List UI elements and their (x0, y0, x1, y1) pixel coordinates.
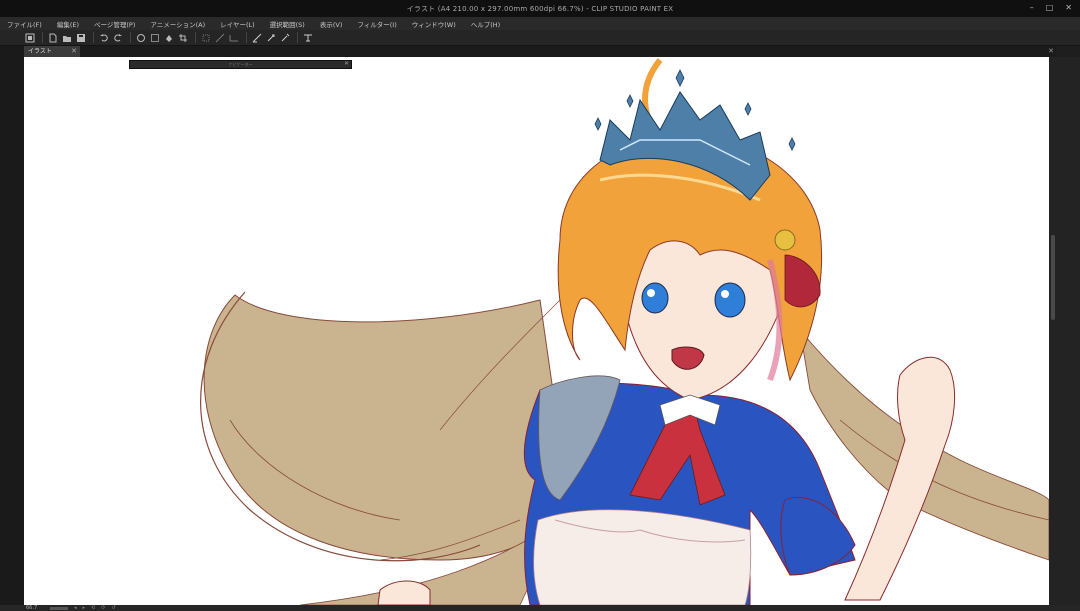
clear-icon[interactable] (135, 32, 147, 44)
new-file-icon[interactable] (47, 32, 59, 44)
redo-icon[interactable] (112, 32, 124, 44)
save-file-icon[interactable] (75, 32, 87, 44)
pen-settings-icon[interactable] (265, 32, 277, 44)
status-bar: 66.7 ◂ ▸ ⟲ ⟳ ↺ (0, 605, 1080, 611)
menu-window[interactable]: ウィンドウ(W) (412, 19, 456, 29)
zoom-value[interactable]: 66.7 (26, 605, 50, 611)
open-file-icon[interactable] (61, 32, 73, 44)
navigator-panel-title: ナビゲーター (228, 62, 253, 67)
document-tab[interactable]: イラスト ✕ (24, 46, 80, 57)
right-dock (1049, 57, 1080, 605)
menu-edit[interactable]: 編集(E) (57, 19, 79, 29)
minimize-button[interactable]: – (1030, 3, 1034, 12)
menu-help[interactable]: ヘルプ(H) (471, 19, 500, 29)
toolbar-divider (297, 32, 298, 43)
fill-icon[interactable] (163, 32, 175, 44)
rotate-right-icon[interactable]: ⟳ (101, 605, 105, 611)
toolbar-divider (42, 32, 43, 43)
title-bar: イラスト (A4 210.00 x 297.00mm 600dpi 66.7%)… (0, 0, 1080, 17)
menu-file[interactable]: ファイル(F) (7, 19, 42, 29)
reset-rotation-icon[interactable]: ↺ (111, 605, 115, 611)
menu-view[interactable]: 表示(V) (320, 19, 343, 29)
menu-page[interactable]: ページ管理(P) (94, 19, 135, 29)
window-title: イラスト (A4 210.00 x 297.00mm 600dpi 66.7%)… (406, 4, 674, 13)
window-controls: – □ ✕ (1030, 3, 1072, 12)
undo-icon[interactable] (98, 32, 110, 44)
document-tab-label: イラスト (28, 48, 52, 55)
transform-icon[interactable] (200, 32, 212, 44)
layout-dropdown-icon[interactable] (302, 32, 314, 44)
snap-special-icon[interactable] (214, 32, 226, 44)
menu-animation[interactable]: アニメーション(A) (150, 19, 205, 29)
snap-ruler-icon[interactable] (228, 32, 240, 44)
menu-filter[interactable]: フィルター(I) (357, 19, 396, 29)
vertical-scrollbar[interactable] (1051, 235, 1055, 320)
command-bar (0, 30, 1080, 46)
rotate-left-icon[interactable]: ⟲ (91, 605, 95, 611)
ruler-icon[interactable] (251, 32, 263, 44)
left-dock: «» (0, 30, 24, 605)
zoom-slider[interactable] (50, 606, 68, 610)
toolbar-divider (195, 32, 196, 43)
crop-icon[interactable] (177, 32, 189, 44)
brush-settings-icon[interactable] (279, 32, 291, 44)
toolbar-divider (246, 32, 247, 43)
menu-bar: ファイル(F) 編集(E) ページ管理(P) アニメーション(A) レイヤー(L… (0, 17, 1080, 30)
artwork (200, 58, 1049, 605)
toolbar-divider (130, 32, 131, 43)
tab-close-icon[interactable]: ✕ (71, 46, 77, 57)
scroll-right-icon[interactable]: ▸ (83, 605, 86, 611)
drawing-canvas[interactable] (24, 57, 1049, 605)
menu-layer[interactable]: レイヤー(L) (220, 19, 255, 29)
navigator-close-icon[interactable]: ✕ (344, 60, 349, 67)
navigator-panel[interactable]: ナビゲーター ✕ (129, 60, 352, 69)
menu-selection[interactable]: 選択範囲(S) (270, 19, 305, 29)
document-tabbar: イラスト ✕ ✕ (24, 46, 1056, 57)
maximize-button[interactable]: □ (1046, 3, 1054, 12)
toolbar-divider (93, 32, 94, 43)
scroll-left-icon[interactable]: ◂ (74, 605, 77, 611)
clip-studio-icon[interactable] (24, 32, 36, 44)
clear-outside-icon[interactable] (149, 32, 161, 44)
tabbar-close-icon[interactable]: ✕ (1048, 46, 1054, 57)
close-window-button[interactable]: ✕ (1065, 3, 1072, 12)
